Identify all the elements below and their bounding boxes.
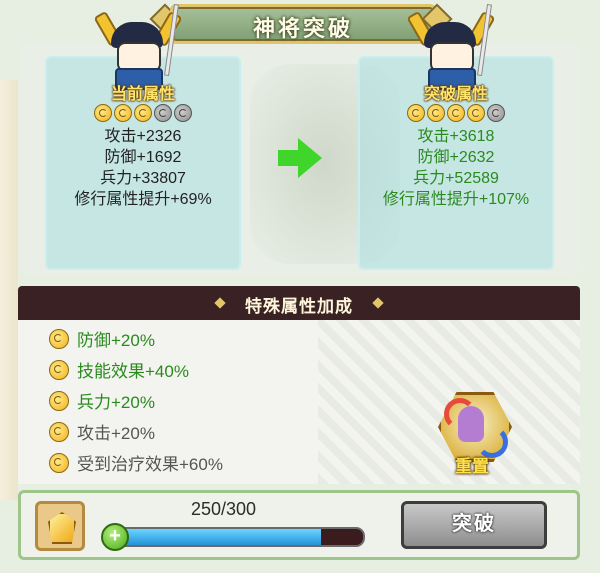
orb-icon [49, 390, 69, 411]
breakthrough-bottom-bar: 250/300 + 突破 [18, 490, 580, 560]
progress-bar-fill [109, 529, 321, 545]
general-avatar-current [93, 4, 183, 90]
gem-icon [48, 512, 76, 544]
bonus-item-label: 技能效果+40% [77, 362, 189, 381]
special-bonus-header: 特殊属性加成 [18, 286, 580, 320]
next-star-orbs [360, 104, 552, 127]
orb-icon-empty [174, 104, 192, 122]
progress-text: 250/300 [191, 499, 257, 519]
orb-icon [407, 104, 425, 122]
orb-icon [447, 104, 465, 122]
title-banner: 神将突破 [149, 0, 453, 44]
next-stat-training: 修行属性提升+107% [382, 191, 530, 208]
breakthrough-attributes-card: 突破属性 攻击+3618 防御+2632 兵力+52589 修行属性提升+107… [358, 4, 554, 270]
orb-icon [94, 104, 112, 122]
orb-icon [49, 452, 69, 473]
orb-icon [49, 328, 69, 349]
breakthrough-attributes-header: 突破属性 [423, 86, 488, 103]
bonus-item: 受到治疗效果+60% [48, 450, 223, 474]
reset-button[interactable]: 重置 [432, 392, 512, 476]
orb-icon [114, 104, 132, 122]
progress-bar [107, 527, 365, 547]
arrow-right-icon [278, 138, 322, 178]
current-stat-troops: 兵力+33807 [100, 170, 186, 187]
orb-icon [49, 359, 69, 380]
current-attributes-header: 当前属性 [110, 86, 175, 103]
current-stat-attack: 攻击+2326 [104, 128, 182, 145]
next-stat-defense: 防御+2632 [417, 149, 495, 166]
title-plate: 神将突破 [170, 4, 436, 44]
add-material-button[interactable]: + [101, 523, 129, 551]
bonus-item-label: 攻击+20% [77, 424, 155, 443]
bonus-item-label: 防御+20% [77, 331, 155, 350]
current-star-orbs [47, 104, 239, 127]
orb-icon-empty [487, 104, 505, 122]
next-stat-attack: 攻击+3618 [417, 128, 495, 145]
orb-icon-empty [154, 104, 172, 122]
side-panel-edge [0, 80, 18, 500]
orb-icon [427, 104, 445, 122]
bonus-item: 防御+20% [48, 326, 155, 350]
bonus-item-label: 兵力+20% [77, 393, 155, 412]
orb-icon [49, 421, 69, 442]
bonus-item: 技能效果+40% [48, 357, 189, 381]
breakthrough-window: 神将突破 当前属性 攻击+2326 防御+1692 兵力+33807 修行属性提… [0, 0, 600, 573]
bonus-item: 攻击+20% [48, 419, 155, 443]
orb-icon [134, 104, 152, 122]
next-stat-troops: 兵力+52589 [413, 170, 499, 187]
reset-label: 重置 [455, 457, 489, 476]
bonus-item-label: 受到治疗效果+60% [77, 455, 223, 474]
current-attributes-card: 当前属性 攻击+2326 防御+1692 兵力+33807 修行属性提升+69% [45, 4, 241, 270]
orb-icon [467, 104, 485, 122]
special-bonus-title: 特殊属性加成 [245, 297, 353, 316]
material-item-slot[interactable] [35, 501, 85, 551]
page-title: 神将突破 [252, 16, 353, 41]
breakthrough-button[interactable]: 突破 [401, 501, 547, 549]
current-stat-training: 修行属性提升+69% [74, 191, 212, 208]
general-avatar-next [406, 4, 496, 90]
current-stat-defense: 防御+1692 [104, 149, 182, 166]
bonus-item: 兵力+20% [48, 388, 155, 412]
